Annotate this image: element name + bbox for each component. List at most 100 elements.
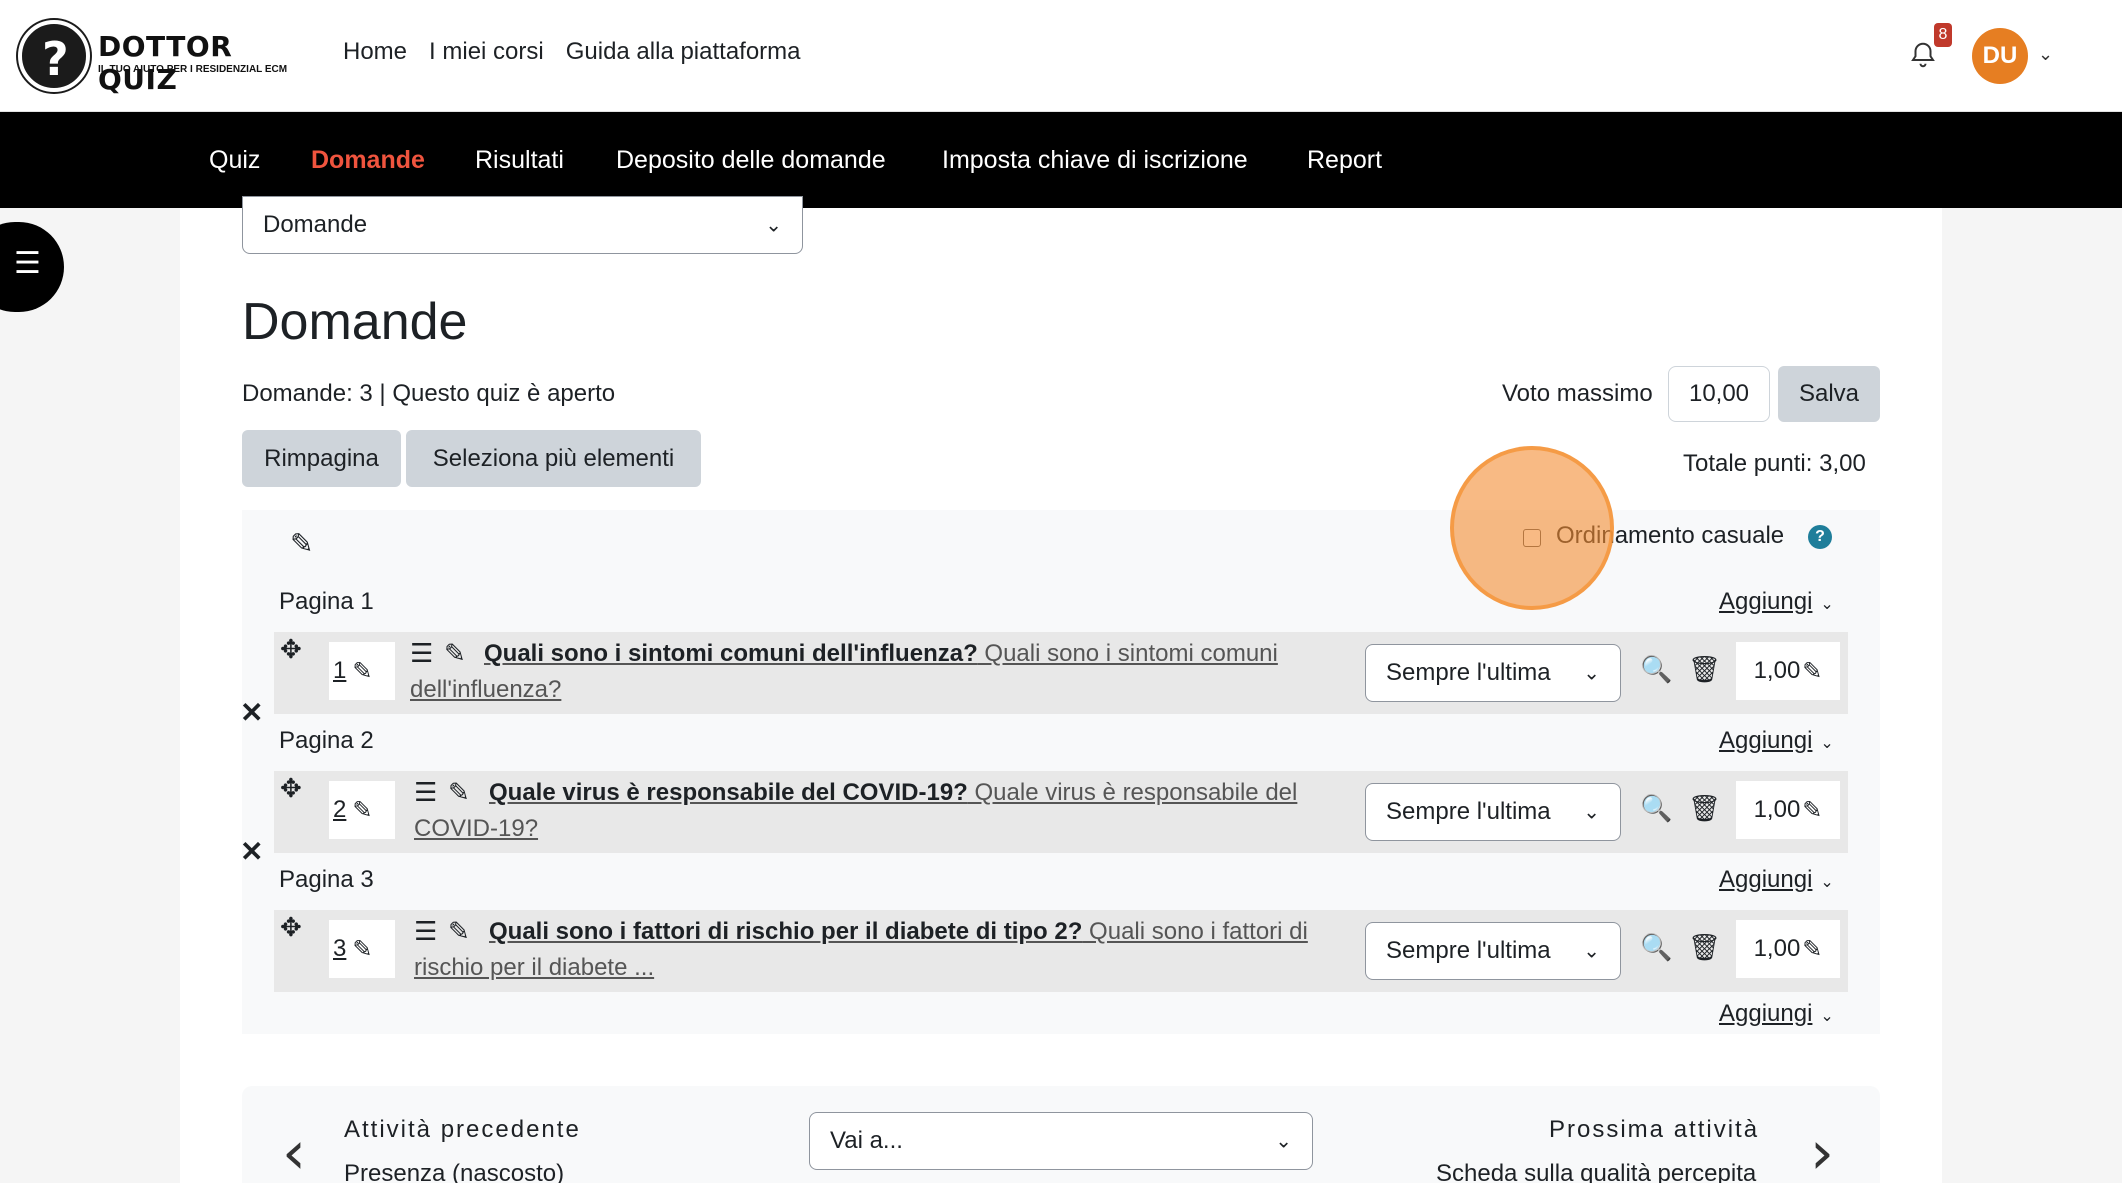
chevron-down-icon: ⌄: [1820, 735, 1834, 752]
page-1-label: Pagina 1: [279, 588, 374, 615]
click-highlight: [1450, 446, 1614, 610]
behaviour-value: Sempre l'ultima: [1386, 798, 1551, 825]
tab-deposito[interactable]: Deposito delle domande: [616, 112, 886, 208]
preview-zoom-icon[interactable]: 🔍: [1640, 654, 1672, 685]
preview-zoom-icon[interactable]: 🔍: [1640, 932, 1672, 963]
edit-section-pencil-icon[interactable]: ✎: [290, 527, 313, 560]
question-mark-1[interactable]: 1,00 ✎: [1736, 642, 1840, 700]
question-number-text: 1: [333, 657, 347, 684]
add-label: Aggiungi: [1719, 866, 1813, 893]
question-behaviour-select-2[interactable]: Sempre l'ultima ⌄: [1365, 783, 1621, 841]
user-menu-chevron-icon[interactable]: ⌄: [2038, 44, 2053, 65]
page-type-select-value: Domande: [263, 211, 368, 238]
add-page-3-link[interactable]: Aggiungi ⌄: [1719, 866, 1834, 894]
question-type-list-icon: ☰: [410, 638, 434, 668]
question-mark-2[interactable]: 1,00 ✎: [1736, 781, 1840, 839]
question-2-body: Quale virus è responsabile del: [967, 779, 1298, 806]
max-grade-label: Voto massimo: [1502, 380, 1653, 407]
question-type-list-icon: ☰: [414, 777, 438, 807]
next-chevron-icon[interactable]: ›: [1810, 1118, 1834, 1183]
question-number-text: 2: [333, 796, 347, 823]
next-activity-link[interactable]: Scheda sulla qualità percepita: [1436, 1160, 1756, 1183]
question-2-name: Quale virus è responsabile del COVID-19?: [489, 779, 968, 806]
mark-value: 1,00: [1753, 657, 1801, 684]
edit-question-pencil-icon[interactable]: ✎: [444, 638, 466, 669]
edit-number-pencil-icon: ✎: [352, 657, 373, 685]
nav-my-courses[interactable]: I miei corsi: [429, 38, 544, 66]
edit-mark-pencil-icon: ✎: [1802, 796, 1823, 824]
chevron-down-icon: ⌄: [1820, 1008, 1834, 1025]
course-index-toggle[interactable]: ☰: [0, 222, 64, 312]
question-3-name: Quali sono i fattori di rischio per il d…: [489, 918, 1083, 945]
save-button[interactable]: Salva: [1778, 366, 1880, 422]
page-3-label: Pagina 3: [279, 866, 374, 893]
question-1-text-cont[interactable]: dell'influenza?: [410, 672, 561, 708]
question-3-text[interactable]: Quali sono i fattori di rischio per il d…: [489, 914, 1349, 950]
max-grade-input[interactable]: 10,00: [1668, 366, 1770, 422]
jump-to-select[interactable]: Vai a... ⌄: [809, 1112, 1313, 1170]
quiz-secondary-nav: Quiz Domande Risultati Deposito delle do…: [0, 112, 2122, 208]
chevron-down-icon: ⌄: [1583, 662, 1600, 685]
mark-value: 1,00: [1753, 935, 1801, 962]
move-icon[interactable]: ✥: [280, 912, 302, 943]
page-2-label: Pagina 2: [279, 727, 374, 754]
repaginate-button[interactable]: Rimpagina: [242, 430, 401, 487]
question-2-text-cont[interactable]: COVID-19?: [414, 811, 538, 847]
page-title: Domande: [242, 293, 468, 351]
question-number-3[interactable]: 3 ✎: [329, 920, 395, 978]
delete-trash-icon[interactable]: 🗑: [1688, 932, 1721, 963]
question-1-text[interactable]: Quali sono i sintomi comuni dell'influen…: [484, 636, 1344, 672]
nav-platform-guide[interactable]: Guida alla piattaforma: [566, 38, 801, 66]
question-number-text: 3: [333, 935, 347, 962]
site-logo[interactable]: ? DOTTOR QUIZ IL TUO AIUTO PER I RESIDEN…: [18, 20, 318, 96]
chevron-down-icon: ⌄: [1583, 940, 1600, 963]
tab-risultati[interactable]: Risultati: [475, 112, 564, 208]
delete-trash-icon[interactable]: 🗑: [1688, 793, 1721, 824]
help-icon[interactable]: ?: [1808, 525, 1832, 549]
question-mark-3[interactable]: 1,00 ✎: [1736, 920, 1840, 978]
question-behaviour-select-1[interactable]: Sempre l'ultima ⌄: [1365, 644, 1621, 702]
previous-chevron-icon[interactable]: ‹: [282, 1118, 306, 1183]
remove-page-break-icon[interactable]: ✕: [240, 696, 263, 729]
page-type-select[interactable]: Domande ⌄: [242, 196, 803, 254]
move-icon[interactable]: ✥: [280, 773, 302, 804]
chevron-down-icon: ⌄: [765, 214, 782, 237]
top-navbar: ? DOTTOR QUIZ IL TUO AIUTO PER I RESIDEN…: [0, 0, 2122, 112]
notification-count-badge: 8: [1934, 23, 1952, 47]
edit-question-pencil-icon[interactable]: ✎: [448, 916, 470, 947]
add-label: Aggiungi: [1719, 1000, 1813, 1027]
tab-domande[interactable]: Domande: [311, 112, 425, 208]
tab-chiave-iscrizione[interactable]: Imposta chiave di iscrizione: [942, 112, 1248, 208]
question-2-text[interactable]: Quale virus è responsabile del COVID-19?…: [489, 775, 1349, 811]
nav-home[interactable]: Home: [343, 38, 407, 66]
edit-question-pencil-icon[interactable]: ✎: [448, 777, 470, 808]
question-3-text-cont[interactable]: rischio per il diabete ...: [414, 950, 654, 986]
add-end-link[interactable]: Aggiungi ⌄: [1719, 1000, 1834, 1028]
delete-trash-icon[interactable]: 🗑: [1688, 654, 1721, 685]
behaviour-value: Sempre l'ultima: [1386, 659, 1551, 686]
add-label: Aggiungi: [1719, 588, 1813, 615]
chevron-down-icon: ⌄: [1820, 596, 1834, 613]
add-page-2-link[interactable]: Aggiungi ⌄: [1719, 727, 1834, 755]
tab-quiz[interactable]: Quiz: [209, 112, 260, 208]
select-multiple-button[interactable]: Seleziona più elementi: [406, 430, 701, 487]
question-number-2[interactable]: 2 ✎: [329, 781, 395, 839]
add-label: Aggiungi: [1719, 727, 1813, 754]
jump-to-value: Vai a...: [830, 1127, 903, 1154]
main-nav: Home I miei corsi Guida alla piattaforma: [343, 38, 801, 66]
add-page-1-link[interactable]: Aggiungi ⌄: [1719, 588, 1834, 616]
remove-page-break-icon[interactable]: ✕: [240, 835, 263, 868]
chevron-down-icon: ⌄: [1820, 874, 1834, 891]
behaviour-value: Sempre l'ultima: [1386, 937, 1551, 964]
user-avatar[interactable]: DU: [1972, 28, 2028, 84]
move-icon[interactable]: ✥: [280, 634, 302, 665]
next-activity-label: Prossima attività: [1549, 1116, 1760, 1143]
preview-zoom-icon[interactable]: 🔍: [1640, 793, 1672, 824]
previous-activity-link[interactable]: Presenza (nascosto): [344, 1160, 564, 1183]
list-icon: ☰: [14, 247, 41, 280]
question-behaviour-select-3[interactable]: Sempre l'ultima ⌄: [1365, 922, 1621, 980]
brand-title: DOTTOR QUIZ: [98, 30, 233, 96]
question-1-body: Quali sono i sintomi comuni: [977, 640, 1278, 667]
tab-report[interactable]: Report: [1307, 112, 1382, 208]
question-number-1[interactable]: 1 ✎: [329, 642, 395, 700]
